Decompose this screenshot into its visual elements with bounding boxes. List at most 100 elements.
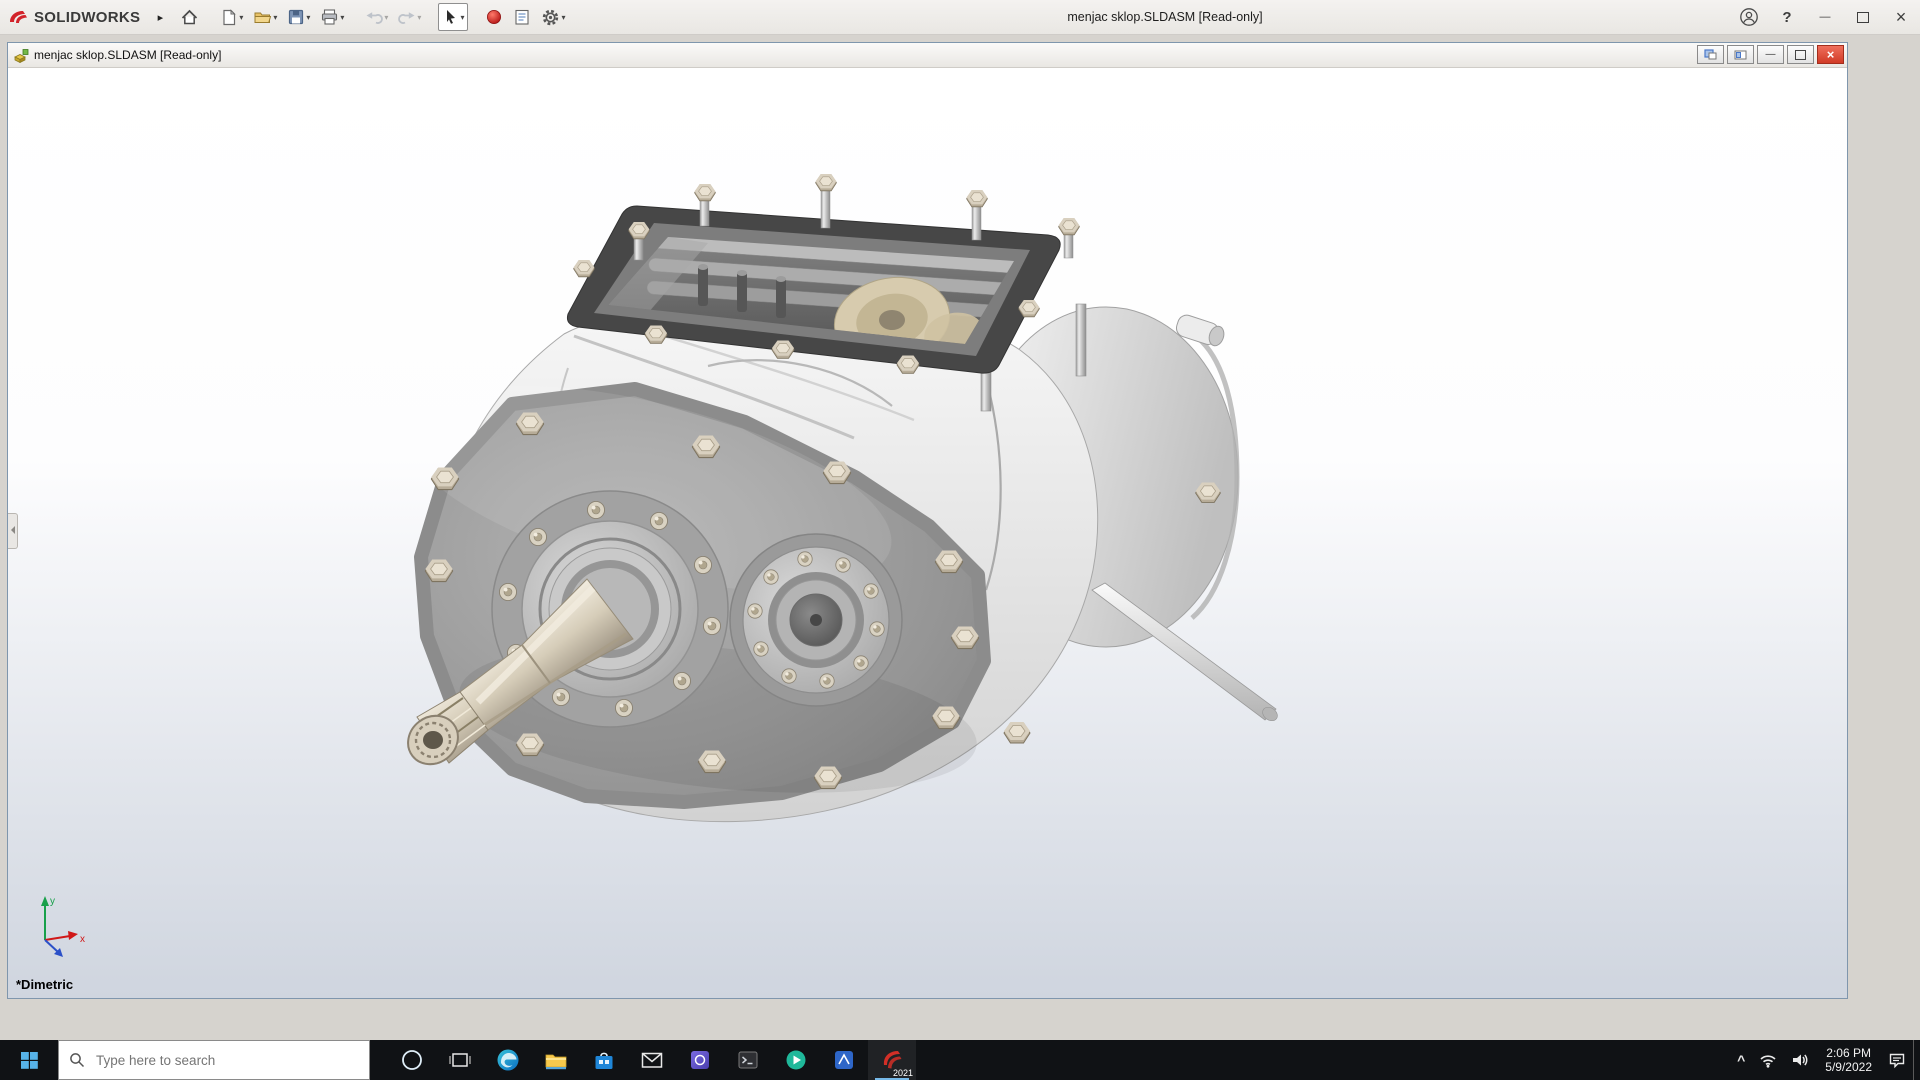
home-button[interactable] [176, 3, 203, 31]
taskbar-app-9[interactable] [772, 1040, 820, 1080]
chevron-up-icon: ^ [1737, 1052, 1746, 1068]
menu-flyout-arrow-icon[interactable]: ▸ [148, 11, 172, 24]
taskbar-file-explorer[interactable] [532, 1040, 580, 1080]
properties-button[interactable] [509, 3, 535, 31]
options-button[interactable]: ▾ [537, 3, 569, 31]
save-icon [289, 9, 304, 25]
dropdown-caret[interactable]: ▾ [239, 13, 243, 22]
taskbar-edge[interactable] [484, 1040, 532, 1080]
app-window-controls: ? — × [1730, 0, 1920, 34]
task-view-icon [449, 1053, 471, 1067]
help-icon: ? [1782, 8, 1792, 26]
pane-icon [1704, 49, 1717, 60]
avatar-icon [1740, 8, 1758, 26]
main-toolbar: ▾ ▾ ▾ ▾ ▾ ▾ ▾ ▾ [176, 3, 569, 31]
properties-sheet-icon [515, 9, 530, 25]
taskbar-app-7[interactable] [676, 1040, 724, 1080]
network-button[interactable] [1752, 1040, 1784, 1080]
pane-toggle-button-2[interactable] [1727, 45, 1754, 64]
clock-time: 2:06 PM [1826, 1046, 1871, 1060]
taskbar-task-view[interactable] [436, 1040, 484, 1080]
pane-icon [1734, 50, 1747, 60]
redo-icon [398, 12, 415, 24]
doc-close-button[interactable]: × [1817, 45, 1844, 64]
model-viewport[interactable]: y x [8, 68, 1847, 998]
dropdown-caret[interactable]: ▾ [306, 13, 310, 22]
solidworks-version-badge: 2021 [892, 1068, 913, 1078]
windows-logo-icon [20, 1051, 38, 1069]
taskbar-app-8[interactable] [724, 1040, 772, 1080]
print-icon [322, 9, 338, 25]
taskbar-mail[interactable] [628, 1040, 676, 1080]
close-icon: × [1895, 6, 1907, 27]
store-icon [595, 1052, 613, 1069]
output-cover-boss [729, 533, 903, 707]
close-button[interactable]: × [1882, 0, 1920, 34]
file-explorer-icon [545, 1054, 567, 1070]
taskbar-solidworks[interactable]: 2021 [868, 1040, 916, 1080]
feature-tree-collapse-tab[interactable] [8, 513, 18, 549]
pane-toggle-button-1[interactable] [1697, 45, 1724, 64]
dropdown-caret[interactable]: ▾ [273, 13, 277, 22]
orientation-triad[interactable]: y x [41, 896, 85, 957]
undo-button[interactable]: ▾ [361, 3, 392, 31]
select-arrow-icon [447, 10, 456, 24]
volume-button[interactable] [1784, 1040, 1816, 1080]
document-titlebar[interactable]: menjac sklop.SLDASM [Read-only] — × [8, 43, 1847, 68]
app-tile-icon [691, 1051, 709, 1069]
minimize-button[interactable]: — [1806, 0, 1844, 34]
tray-expand-button[interactable]: ^ [1730, 1040, 1752, 1080]
dropdown-caret[interactable]: ▾ [417, 13, 421, 22]
doc-restore-button[interactable] [1787, 45, 1814, 64]
windows-taskbar: 2021 ^ 2:06 PM 5/9/2022 [0, 1040, 1920, 1080]
save-button[interactable]: ▾ [283, 3, 314, 31]
cortana-icon [402, 1050, 422, 1070]
close-icon: × [1826, 47, 1835, 62]
help-button[interactable]: ? [1768, 0, 1806, 34]
red-sphere-icon [487, 10, 502, 24]
taskbar-apps: 2021 [388, 1040, 916, 1080]
undo-icon [366, 12, 384, 24]
graphics-area[interactable]: y x *Dimetric [8, 68, 1847, 998]
clock-date: 5/9/2022 [1825, 1060, 1872, 1074]
view-orientation-label: *Dimetric [16, 977, 74, 992]
select-tool-button[interactable]: ▾ [438, 3, 469, 31]
taskbar-cortana[interactable] [388, 1040, 436, 1080]
new-document-icon [223, 8, 237, 25]
system-tray: ^ 2:06 PM 5/9/2022 [1730, 1040, 1920, 1080]
edge-icon [497, 1049, 519, 1071]
minimize-icon: — [1819, 11, 1831, 23]
3dexperience-button[interactable] [481, 3, 507, 31]
gear-icon [543, 9, 559, 25]
dropdown-caret[interactable]: ▾ [460, 13, 464, 22]
dropdown-caret[interactable]: ▾ [561, 13, 565, 22]
app-titlebar: SOLIDWORKS ▸ ▾ ▾ ▾ ▾ ▾ ▾ ▾ ▾ menjac sklo… [0, 0, 1920, 35]
redo-button[interactable]: ▾ [394, 3, 425, 31]
account-button[interactable] [1730, 0, 1768, 34]
print-button[interactable]: ▾ [316, 3, 348, 31]
restore-icon [1795, 49, 1806, 60]
search-icon [70, 1053, 85, 1068]
start-button[interactable] [0, 1040, 58, 1080]
document-title: menjac sklop.SLDASM [Read-only] [34, 48, 222, 62]
doc-minimize-button[interactable]: — [1757, 45, 1784, 64]
solidworks-brand: SOLIDWORKS [0, 9, 148, 26]
search-input[interactable] [94, 1051, 338, 1069]
dropdown-caret[interactable]: ▾ [384, 13, 388, 22]
taskbar-search[interactable] [58, 1040, 370, 1080]
speaker-icon [1793, 1054, 1808, 1066]
dropdown-caret[interactable]: ▾ [340, 13, 344, 22]
show-desktop-button[interactable] [1913, 1040, 1920, 1080]
mail-icon [641, 1052, 663, 1068]
blue-app-icon [835, 1051, 853, 1069]
taskbar-store [580, 1040, 628, 1080]
maximize-button[interactable] [1844, 0, 1882, 34]
new-document-button[interactable]: ▾ [216, 3, 247, 31]
model-gearbox[interactable] [385, 173, 1280, 823]
taskbar-app-10[interactable] [820, 1040, 868, 1080]
triad-y-label: y [50, 896, 55, 907]
taskbar-clock[interactable]: 2:06 PM 5/9/2022 [1816, 1040, 1881, 1080]
open-button[interactable]: ▾ [249, 3, 281, 31]
document-window-controls: — × [1697, 45, 1844, 64]
action-center-button[interactable] [1881, 1040, 1913, 1080]
